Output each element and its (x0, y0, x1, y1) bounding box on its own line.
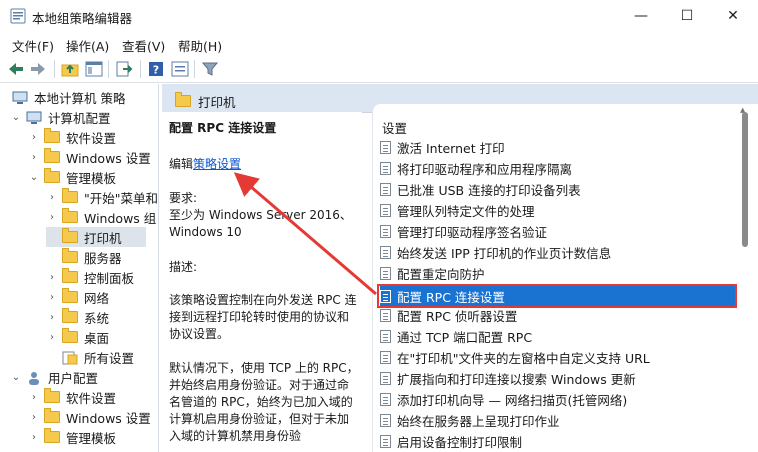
annotation-arrow (233, 172, 377, 296)
